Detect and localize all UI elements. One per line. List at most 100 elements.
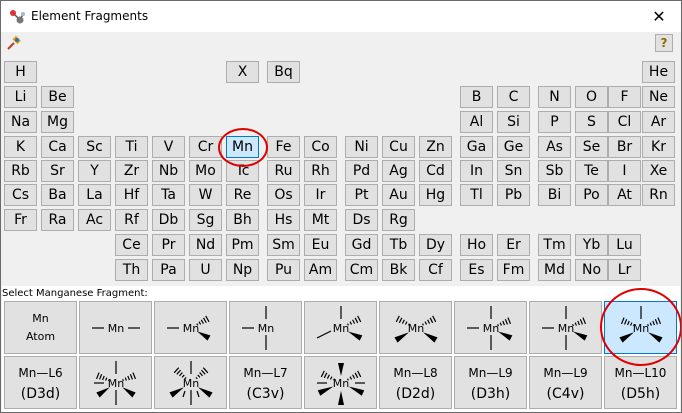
fragment-button-dodecahedral[interactable]: Mn [304, 356, 377, 409]
element-button-se[interactable]: Se [575, 136, 608, 158]
element-button-v[interactable]: V [152, 136, 185, 158]
element-button-la[interactable]: La [78, 184, 111, 206]
element-button-ar[interactable]: Ar [642, 111, 675, 133]
element-button-hs[interactable]: Hs [267, 209, 300, 231]
element-button-au[interactable]: Au [382, 184, 415, 206]
element-button-ga[interactable]: Ga [460, 136, 493, 158]
element-button-hg[interactable]: Hg [419, 184, 452, 206]
element-button-kr[interactable]: Kr [642, 136, 675, 158]
element-button-ru[interactable]: Ru [267, 160, 300, 182]
element-button-u[interactable]: U [189, 259, 222, 281]
element-button-lr[interactable]: Lr [608, 259, 641, 281]
element-button-rg[interactable]: Rg [382, 209, 415, 231]
element-button-cu[interactable]: Cu [382, 136, 415, 158]
element-button-mg[interactable]: Mg [41, 111, 74, 133]
element-button-no[interactable]: No [575, 259, 608, 281]
element-button-ag[interactable]: Ag [382, 160, 415, 182]
element-button-pb[interactable]: Pb [497, 184, 530, 206]
element-button-h[interactable]: H [4, 61, 37, 83]
element-button-si[interactable]: Si [497, 111, 530, 133]
element-button-bk[interactable]: Bk [382, 259, 415, 281]
element-button-co[interactable]: Co [304, 136, 337, 158]
element-button-he[interactable]: He [642, 61, 675, 83]
element-button-b[interactable]: B [460, 86, 493, 108]
element-button-eu[interactable]: Eu [304, 234, 337, 256]
element-button-bi[interactable]: Bi [538, 184, 571, 206]
fragment-button-trigonal-bipyramidal[interactable]: Mn [454, 301, 527, 354]
element-button-f[interactable]: F [608, 86, 641, 108]
element-button-ho[interactable]: Ho [460, 234, 493, 256]
element-button-pu[interactable]: Pu [267, 259, 300, 281]
element-button-sn[interactable]: Sn [497, 160, 530, 182]
fragment-button-mn-l6-d3d[interactable]: Mn—L6 (D3d) [4, 356, 77, 409]
element-button-nd[interactable]: Nd [189, 234, 222, 256]
element-button-i[interactable]: I [608, 160, 641, 182]
element-button-ge[interactable]: Ge [497, 136, 530, 158]
element-button-sb[interactable]: Sb [538, 160, 571, 182]
element-button-pd[interactable]: Pd [345, 160, 378, 182]
fragment-button-capped-octahedral[interactable]: Mn [154, 356, 227, 409]
fragment-button-tetrahedral[interactable]: Mn [304, 301, 377, 354]
element-button-pm[interactable]: Pm [226, 234, 259, 256]
element-button-x[interactable]: X [226, 61, 259, 83]
element-button-in[interactable]: In [460, 160, 493, 182]
element-button-na[interactable]: Na [4, 111, 37, 133]
element-button-ta[interactable]: Ta [152, 184, 185, 206]
element-button-tl[interactable]: Tl [460, 184, 493, 206]
element-button-ba[interactable]: Ba [41, 184, 74, 206]
element-button-fr[interactable]: Fr [4, 209, 37, 231]
element-button-ir[interactable]: Ir [304, 184, 337, 206]
fragment-button-mn-l9-d3h[interactable]: Mn—L9 (D3h) [454, 356, 527, 409]
fragment-button-t-shaped[interactable]: Mn [229, 301, 302, 354]
element-button-rf[interactable]: Rf [115, 209, 148, 231]
fragment-button-seesaw[interactable]: Mn [529, 301, 602, 354]
element-button-s[interactable]: S [575, 111, 608, 133]
element-button-ds[interactable]: Ds [345, 209, 378, 231]
element-button-db[interactable]: Db [152, 209, 185, 231]
element-button-cm[interactable]: Cm [345, 259, 378, 281]
element-button-p[interactable]: P [538, 111, 571, 133]
fragment-button-mn-l9-c4v[interactable]: Mn—L9 (C4v) [529, 356, 602, 409]
element-button-th[interactable]: Th [115, 259, 148, 281]
element-button-k[interactable]: K [4, 136, 37, 158]
element-button-bq[interactable]: Bq [267, 61, 300, 83]
element-button-rn[interactable]: Rn [642, 184, 675, 206]
element-button-gd[interactable]: Gd [345, 234, 378, 256]
element-button-am[interactable]: Am [304, 259, 337, 281]
element-button-o[interactable]: O [575, 86, 608, 108]
element-button-mo[interactable]: Mo [189, 160, 222, 182]
element-button-po[interactable]: Po [575, 184, 608, 206]
element-button-lu[interactable]: Lu [608, 234, 641, 256]
element-button-np[interactable]: Np [226, 259, 259, 281]
element-button-tb[interactable]: Tb [382, 234, 415, 256]
element-button-ca[interactable]: Ca [41, 136, 74, 158]
element-button-w[interactable]: W [189, 184, 222, 206]
element-button-y[interactable]: Y [78, 160, 111, 182]
fragment-button-mn-l8-d2d[interactable]: Mn—L8 (D2d) [379, 356, 452, 409]
element-button-cl[interactable]: Cl [608, 111, 641, 133]
element-button-re[interactable]: Re [226, 184, 259, 206]
element-button-ni[interactable]: Ni [345, 136, 378, 158]
element-button-br[interactable]: Br [608, 136, 641, 158]
element-button-sr[interactable]: Sr [41, 160, 74, 182]
fragment-button-mn-l7-c3v[interactable]: Mn—L7 (C3v) [229, 356, 302, 409]
fragment-button-square-planar[interactable]: Mn [379, 301, 452, 354]
element-button-pr[interactable]: Pr [152, 234, 185, 256]
element-button-cd[interactable]: Cd [419, 160, 452, 182]
fragment-button-linear[interactable]: Mn [79, 301, 152, 354]
element-button-al[interactable]: Al [460, 111, 493, 133]
fragment-button-trigonal-planar[interactable]: Mn [154, 301, 227, 354]
element-button-nb[interactable]: Nb [152, 160, 185, 182]
element-button-sg[interactable]: Sg [189, 209, 222, 231]
element-button-tm[interactable]: Tm [538, 234, 571, 256]
pin-icon[interactable] [5, 34, 23, 52]
element-button-bh[interactable]: Bh [226, 209, 259, 231]
fragment-button-atom[interactable]: Mn Atom [4, 301, 77, 354]
help-button[interactable]: ? [655, 34, 673, 52]
element-button-mt[interactable]: Mt [304, 209, 337, 231]
element-button-dy[interactable]: Dy [419, 234, 452, 256]
element-button-be[interactable]: Be [41, 86, 74, 108]
element-button-rh[interactable]: Rh [304, 160, 337, 182]
element-button-md[interactable]: Md [538, 259, 571, 281]
element-button-c[interactable]: C [497, 86, 530, 108]
